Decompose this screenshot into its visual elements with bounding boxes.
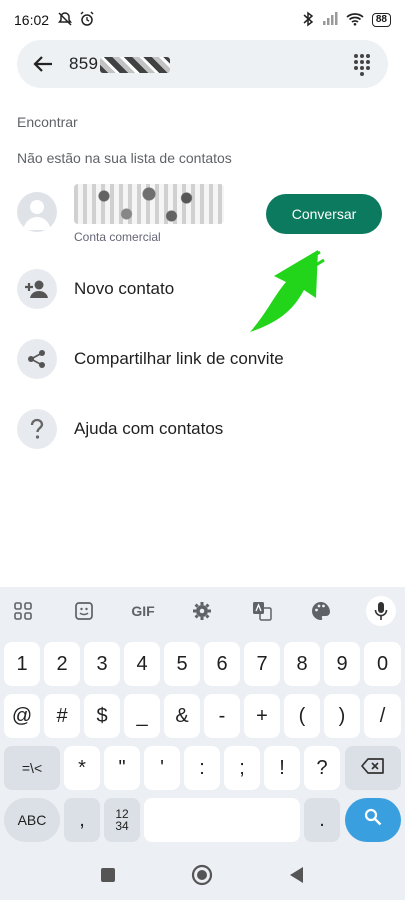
key-1[interactable]: 1 <box>4 642 40 686</box>
apps-icon[interactable] <box>8 596 38 626</box>
contacts-help-label: Ajuda com contatos <box>74 419 224 438</box>
gif-button[interactable]: GIF <box>128 596 158 626</box>
key-open-paren[interactable]: ( <box>284 694 320 738</box>
key-dollar[interactable]: $ <box>84 694 120 738</box>
contact-subtitle: Conta comercial <box>74 230 161 244</box>
keyboard: GIF 1 2 3 4 5 6 7 8 9 0 @ # $ _ & - + ( … <box>0 587 405 850</box>
home-icon[interactable] <box>191 864 213 886</box>
key-ampersand[interactable]: & <box>164 694 200 738</box>
avatar <box>17 192 57 232</box>
back-icon[interactable] <box>285 864 307 886</box>
search-bar[interactable]: 859 <box>17 40 388 88</box>
search-input[interactable]: 859 <box>69 54 171 74</box>
muted-bell-icon <box>57 11 73 30</box>
key-close-paren[interactable]: ) <box>324 694 360 738</box>
key-period[interactable]: . <box>304 798 340 842</box>
battery-indicator: 88 <box>371 13 391 27</box>
sticker-icon[interactable] <box>69 596 99 626</box>
key-exclamation[interactable]: ! <box>264 746 300 790</box>
mic-icon[interactable] <box>366 596 396 626</box>
status-time: 16:02 <box>14 12 50 28</box>
key-underscore[interactable]: _ <box>124 694 160 738</box>
key-single-quote[interactable]: ' <box>144 746 180 790</box>
key-5[interactable]: 5 <box>164 642 200 686</box>
search-key[interactable] <box>345 798 401 842</box>
key-slash[interactable]: / <box>364 694 401 738</box>
share-invite-row[interactable]: Compartilhar link de convite <box>0 331 405 387</box>
key-2[interactable]: 2 <box>44 642 80 686</box>
section-not-in-contacts: Não estão na sua lista de contatos <box>17 150 232 166</box>
key-9[interactable]: 9 <box>324 642 360 686</box>
backspace-icon <box>361 757 385 780</box>
share-icon <box>17 339 57 379</box>
section-find: Encontrar <box>17 114 78 130</box>
numpad-key[interactable]: 12 34 <box>104 798 140 842</box>
status-bar: 16:02 88 <box>0 0 405 40</box>
key-3[interactable]: 3 <box>84 642 120 686</box>
alarm-icon <box>79 10 95 30</box>
search-query-text: 859 <box>69 54 99 73</box>
key-4[interactable]: 4 <box>124 642 160 686</box>
key-hash[interactable]: # <box>44 694 80 738</box>
bluetooth-icon <box>302 11 314 30</box>
gear-icon[interactable] <box>187 596 217 626</box>
backspace-key[interactable] <box>345 746 401 790</box>
numpad-bottom: 34 <box>115 819 129 833</box>
add-person-icon <box>17 269 57 309</box>
dialpad-icon[interactable] <box>350 52 374 76</box>
search-result-row[interactable]: Conta comercial Conversar <box>0 180 405 250</box>
redacted-contact-name <box>74 184 224 224</box>
key-8[interactable]: 8 <box>284 642 320 686</box>
recents-icon[interactable] <box>97 864 119 886</box>
signal-icon <box>322 11 338 29</box>
help-icon <box>17 409 57 449</box>
wifi-icon <box>346 12 364 29</box>
key-colon[interactable]: : <box>184 746 220 790</box>
contacts-help-row[interactable]: Ajuda com contatos <box>0 401 405 457</box>
key-more-symbols[interactable]: =\< <box>4 746 60 790</box>
keyboard-toolbar: GIF <box>0 587 405 635</box>
chat-button[interactable]: Conversar <box>266 194 382 234</box>
abc-key[interactable]: ABC <box>4 798 60 842</box>
search-icon <box>364 808 382 832</box>
key-0[interactable]: 0 <box>364 642 401 686</box>
key-asterisk[interactable]: * <box>64 746 100 790</box>
key-double-quote[interactable]: " <box>104 746 140 790</box>
new-contact-row[interactable]: Novo contato <box>0 261 405 317</box>
share-invite-label: Compartilhar link de convite <box>74 349 284 368</box>
key-question[interactable]: ? <box>304 746 340 790</box>
key-semicolon[interactable]: ; <box>224 746 260 790</box>
key-at[interactable]: @ <box>4 694 40 738</box>
system-nav-bar <box>0 850 405 900</box>
key-minus[interactable]: - <box>204 694 240 738</box>
key-6[interactable]: 6 <box>204 642 240 686</box>
back-arrow-icon[interactable] <box>31 52 55 76</box>
translate-icon[interactable] <box>247 596 277 626</box>
key-comma[interactable]: , <box>64 798 100 842</box>
palette-icon[interactable] <box>306 596 336 626</box>
new-contact-label: Novo contato <box>74 279 175 298</box>
key-plus[interactable]: + <box>244 694 280 738</box>
key-7[interactable]: 7 <box>244 642 280 686</box>
space-bar[interactable] <box>144 798 300 842</box>
redacted-number <box>100 56 171 73</box>
